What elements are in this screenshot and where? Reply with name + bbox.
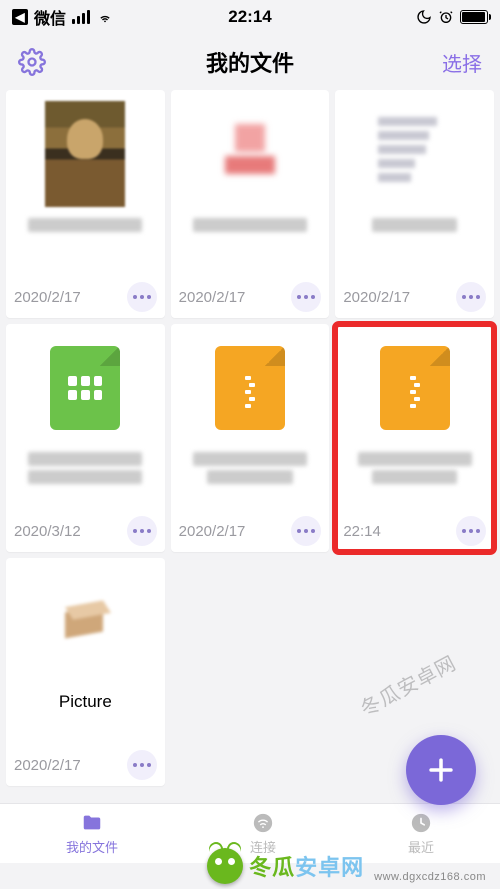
file-name-blurred (343, 208, 486, 278)
wifi-icon (96, 10, 114, 24)
file-thumbnail (179, 334, 322, 442)
more-button[interactable] (127, 282, 157, 312)
watermark-mascot-icon (207, 848, 243, 884)
file-name-blurred (343, 442, 486, 512)
file-thumbnail (179, 100, 322, 208)
status-left: ◀ 微信 (12, 5, 114, 29)
image-thumbnail (45, 101, 125, 207)
file-name-blurred (179, 208, 322, 278)
watermark-bar: 冬瓜安卓网 www.dgxcdz168.com (0, 843, 500, 889)
folder-icon (80, 812, 104, 834)
file-name-blurred (179, 442, 322, 512)
more-button[interactable] (127, 750, 157, 780)
file-date: 2020/2/17 (179, 523, 246, 540)
file-card[interactable]: 2020/2/17 (335, 90, 494, 318)
file-date: 2020/2/17 (179, 289, 246, 306)
status-bar: ◀ 微信 22:14 (0, 0, 500, 34)
select-button[interactable]: 选择 (442, 48, 482, 77)
file-thumbnail (14, 100, 157, 208)
file-date: 2020/2/17 (14, 757, 81, 774)
more-button[interactable] (291, 282, 321, 312)
more-button[interactable] (291, 516, 321, 546)
file-name: Picture (14, 686, 157, 712)
watermark-domain: www.dgxcdz168.com (374, 871, 486, 889)
wifi-circle-icon (251, 812, 275, 834)
nav-bar: 我的文件 选择 (0, 34, 500, 90)
status-time: 22:14 (228, 7, 271, 27)
add-button[interactable] (406, 735, 476, 805)
watermark-brand: 冬瓜安卓网 (249, 850, 364, 882)
page-title: 我的文件 (206, 46, 294, 78)
file-date: 2020/2/17 (343, 289, 410, 306)
plus-icon (424, 753, 458, 787)
file-card[interactable]: 2020/2/17 (171, 90, 330, 318)
archive-file-icon (215, 346, 285, 430)
file-thumbnail (343, 100, 486, 208)
moon-icon (416, 9, 432, 25)
file-card[interactable]: 2020/2/17 (171, 324, 330, 552)
gear-icon[interactable] (18, 48, 46, 76)
more-button[interactable] (127, 516, 157, 546)
more-button[interactable] (456, 516, 486, 546)
file-date: 22:14 (343, 523, 381, 540)
image-thumbnail (215, 114, 285, 194)
document-thumbnail (370, 109, 460, 199)
file-card[interactable]: Picture 2020/2/17 (6, 558, 165, 786)
file-thumbnail (14, 334, 157, 442)
file-name-blurred (14, 442, 157, 512)
signal-icon (72, 10, 90, 24)
file-name-blurred (14, 208, 157, 278)
file-card[interactable]: 2020/2/17 (6, 90, 165, 318)
file-card[interactable]: 2020/3/12 (6, 324, 165, 552)
back-to-app-icon[interactable]: ◀ (12, 9, 28, 25)
folder-thumbnail (55, 597, 115, 647)
archive-file-icon (380, 346, 450, 430)
more-button[interactable] (456, 282, 486, 312)
spreadsheet-file-icon (50, 346, 120, 430)
file-thumbnail (14, 568, 157, 676)
file-date: 2020/2/17 (14, 289, 81, 306)
clock-icon (409, 812, 433, 834)
status-right (416, 9, 488, 25)
file-grid: 2020/2/17 2020/2/17 2020/2/17 (0, 90, 500, 786)
alarm-icon (438, 9, 454, 25)
battery-icon (460, 10, 488, 24)
file-card-highlighted[interactable]: 22:14 (335, 324, 494, 552)
file-thumbnail (343, 334, 486, 442)
file-date: 2020/3/12 (14, 523, 81, 540)
status-app-name: 微信 (34, 5, 66, 29)
